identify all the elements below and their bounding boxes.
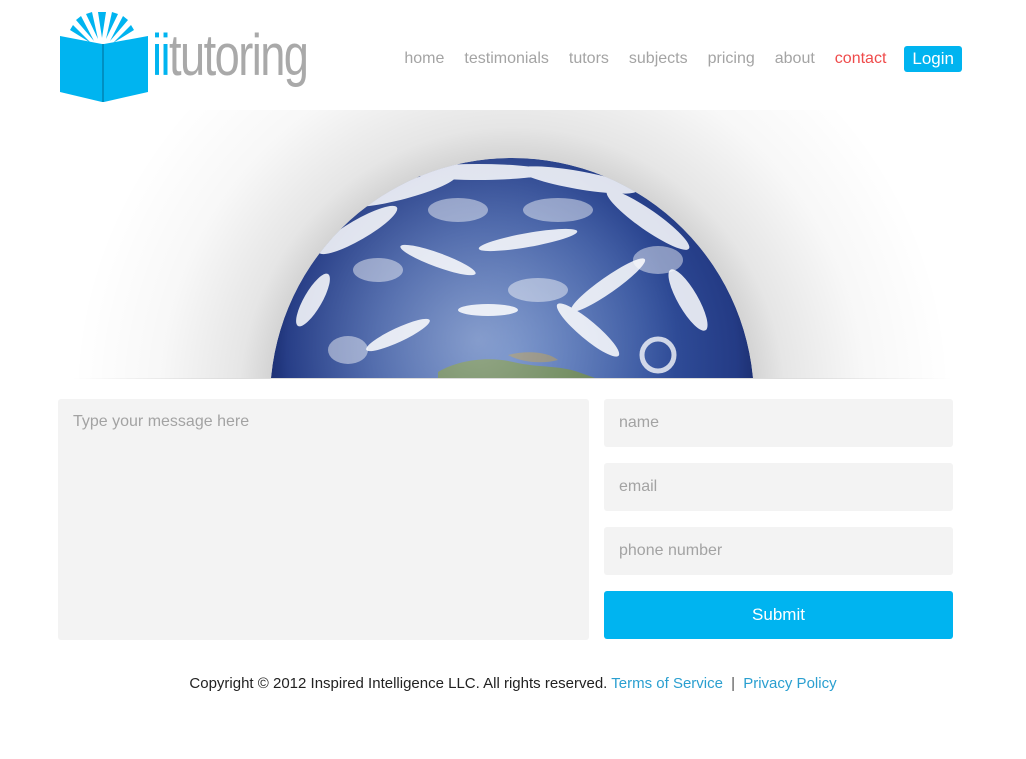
message-textarea[interactable] bbox=[58, 399, 589, 640]
footer-separator: | bbox=[731, 675, 736, 692]
nav-contact[interactable]: contact bbox=[835, 47, 887, 71]
page: iitutoring home testimonials tutors subj… bbox=[0, 0, 1026, 759]
email-input[interactable] bbox=[604, 463, 953, 511]
login-button[interactable]: Login bbox=[904, 46, 962, 72]
hero-divider bbox=[72, 378, 952, 379]
logo-prefix: ii bbox=[152, 23, 171, 88]
open-book-icon bbox=[60, 12, 148, 102]
nav-about[interactable]: about bbox=[775, 47, 815, 71]
copyright-text: Copyright © 2012 Inspired Intelligence L… bbox=[189, 675, 608, 692]
main-nav: home testimonials tutors subjects pricin… bbox=[384, 46, 962, 72]
logo-wordmark: iitutoring bbox=[152, 20, 309, 92]
nav-pricing[interactable]: pricing bbox=[708, 47, 755, 71]
nav-tutors[interactable]: tutors bbox=[569, 47, 609, 71]
footer: Copyright © 2012 Inspired Intelligence L… bbox=[0, 674, 1026, 694]
submit-button[interactable]: Submit bbox=[604, 591, 953, 639]
logo-suffix: tutoring bbox=[168, 23, 309, 88]
earth-hero-image bbox=[58, 110, 954, 379]
nav-home[interactable]: home bbox=[404, 47, 444, 71]
nav-testimonials[interactable]: testimonials bbox=[464, 47, 548, 71]
phone-input[interactable] bbox=[604, 527, 953, 575]
name-input[interactable] bbox=[604, 399, 953, 447]
site-logo[interactable]: iitutoring bbox=[58, 8, 333, 104]
nav-subjects[interactable]: subjects bbox=[629, 47, 688, 71]
terms-link[interactable]: Terms of Service bbox=[611, 675, 723, 692]
privacy-link[interactable]: Privacy Policy bbox=[743, 675, 836, 692]
